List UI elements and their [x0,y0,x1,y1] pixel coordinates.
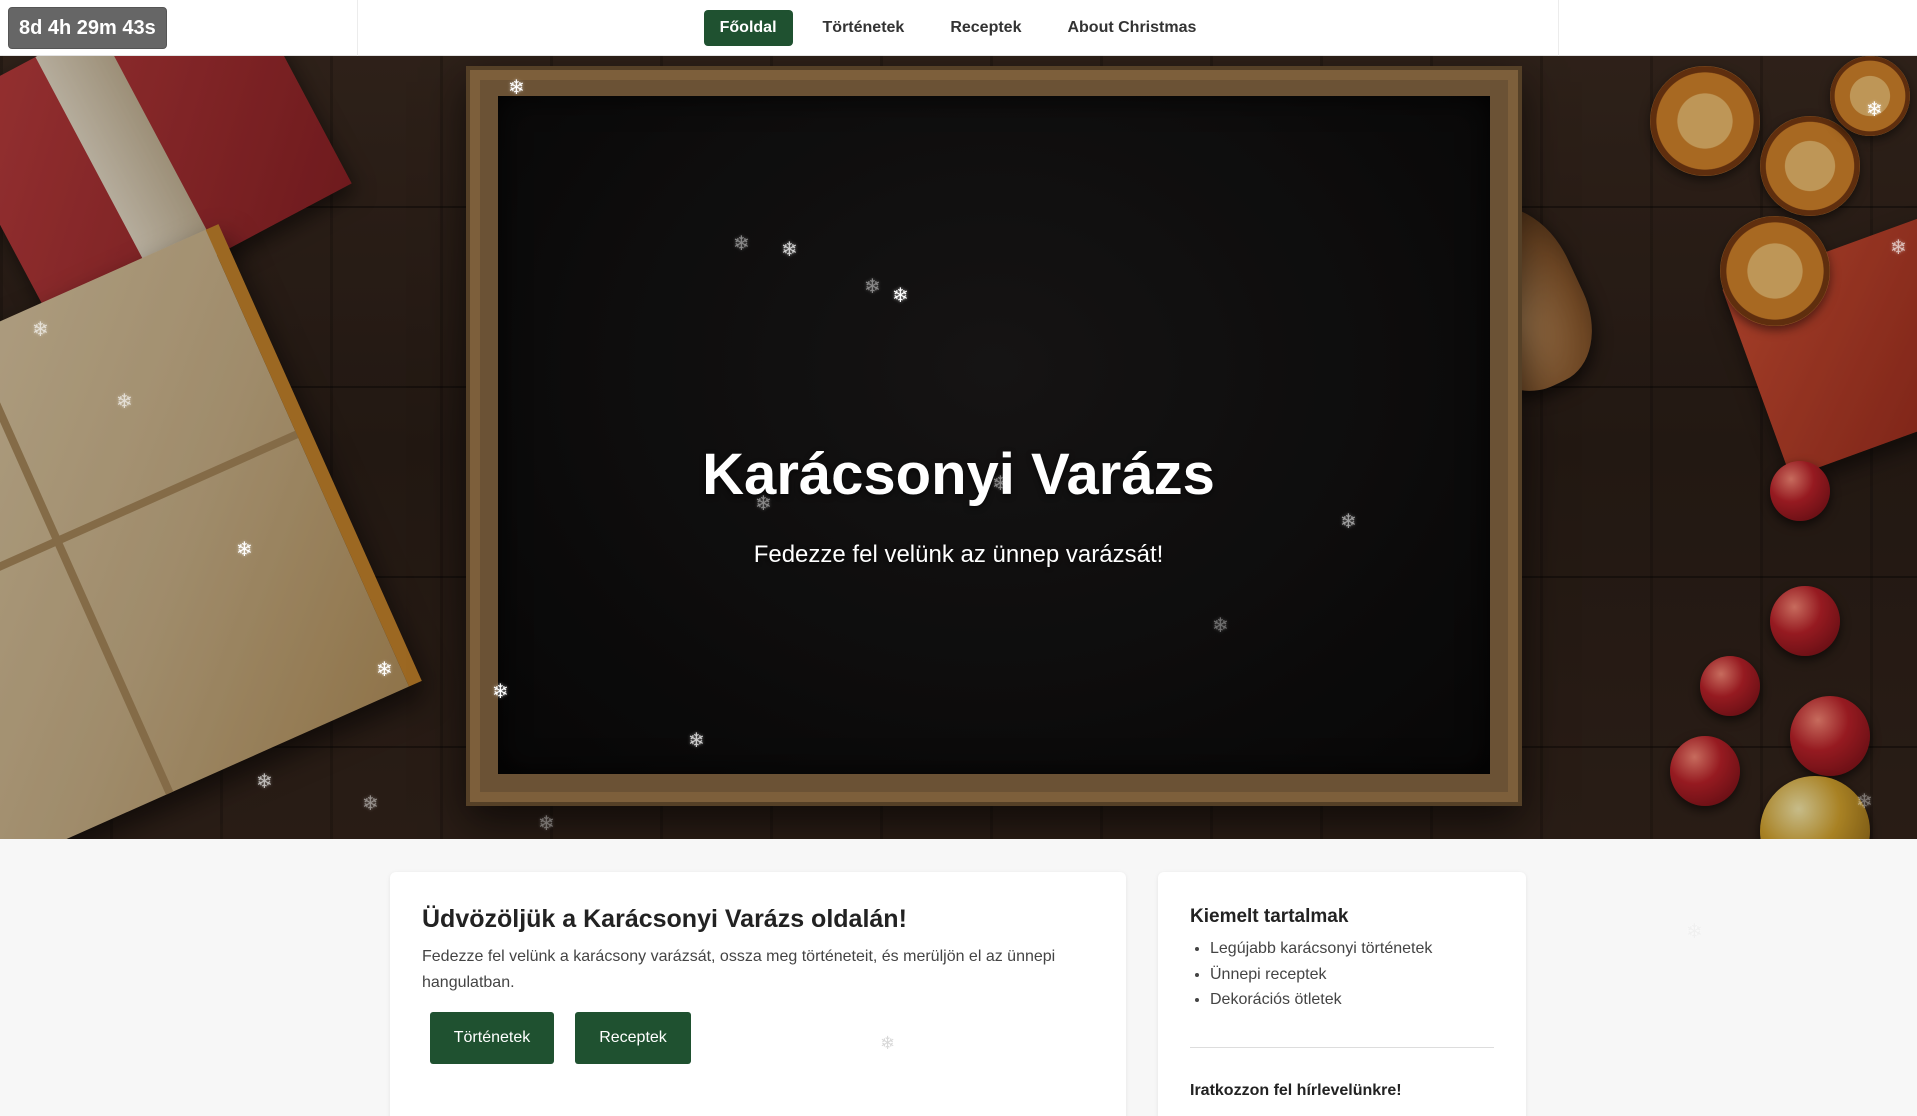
nav-item-about[interactable]: About Christmas [1051,10,1212,46]
featured-item-stories[interactable]: Legújabb karácsonyi történetek [1210,936,1494,962]
snowflake-icon: ❄ [1686,921,1703,943]
snowflake-icon: ❄ [256,771,273,793]
snowflake-icon: ❄ [1212,615,1229,637]
hero-subtitle: Fedezze fel velünk az ünnep varázsát! [753,541,1164,568]
countdown-timer: 8d 4h 29m 43s [8,7,167,49]
welcome-title: Üdvözöljük a Karácsonyi Varázs oldalán! [422,905,907,933]
snowflake-icon: ❄ [1856,791,1873,813]
nav-item-stories[interactable]: Történetek [807,10,921,46]
snowflake-icon: ❄ [362,793,379,815]
welcome-buttons: Történetek Receptek [430,1012,1094,1064]
welcome-card: Üdvözöljük a Karácsonyi Varázs oldalán! … [390,872,1126,1116]
nav-menu: Főoldal Történetek Receptek About Christ… [357,0,1559,56]
snowflake-icon: ❄ [992,473,1009,495]
featured-content-card: Kiemelt tartalmak Legújabb karácsonyi tö… [1158,872,1526,1116]
featured-item-decor[interactable]: Dekorációs ötletek [1210,987,1494,1013]
snowflake-icon: ❄ [892,285,909,307]
hero-title: Karácsonyi Varázs [702,442,1215,507]
snowflake-icon: ❄ [538,813,555,835]
snowflake-icon: ❄ [1890,237,1907,259]
snowflake-icon: ❄ [733,233,750,255]
snowflake-icon: ❄ [781,239,798,261]
snowflake-icon: ❄ [688,730,705,752]
snowflake-icon: ❄ [1866,99,1883,121]
snowflake-icon: ❄ [1340,511,1357,533]
snowflake-icon: ❄ [880,1033,896,1053]
welcome-text: Fedezze fel velünk a karácsony varázsát,… [422,948,1056,991]
snowflake-icon: ❄ [755,493,772,515]
hero-banner: Karácsonyi Varázs Fedezze fel velünk az … [0,56,1917,839]
snowflake-icon: ❄ [236,539,253,561]
top-navbar: Főoldal Történetek Receptek About Christ… [0,0,1917,56]
stories-button[interactable]: Történetek [430,1012,554,1064]
featured-list: Legújabb karácsonyi történetek Ünnepi re… [1190,936,1494,1013]
snowflake-icon: ❄ [376,659,393,681]
nav-item-recipes[interactable]: Receptek [934,10,1037,46]
featured-title: Kiemelt tartalmak [1190,906,1349,927]
recipes-button[interactable]: Receptek [575,1012,691,1064]
divider [1190,1046,1494,1048]
snowflake-icon: ❄ [116,391,133,413]
snowflake-icon: ❄ [508,77,525,99]
snowflake-icon: ❄ [32,319,49,341]
snowflake-icon: ❄ [492,681,509,703]
snowflake-icon: ❄ [864,276,881,298]
newsletter-title: Iratkozzon fel hírlevelünkre! [1190,1081,1402,1099]
nav-item-home[interactable]: Főoldal [703,10,793,46]
featured-item-recipes[interactable]: Ünnepi receptek [1210,962,1494,988]
